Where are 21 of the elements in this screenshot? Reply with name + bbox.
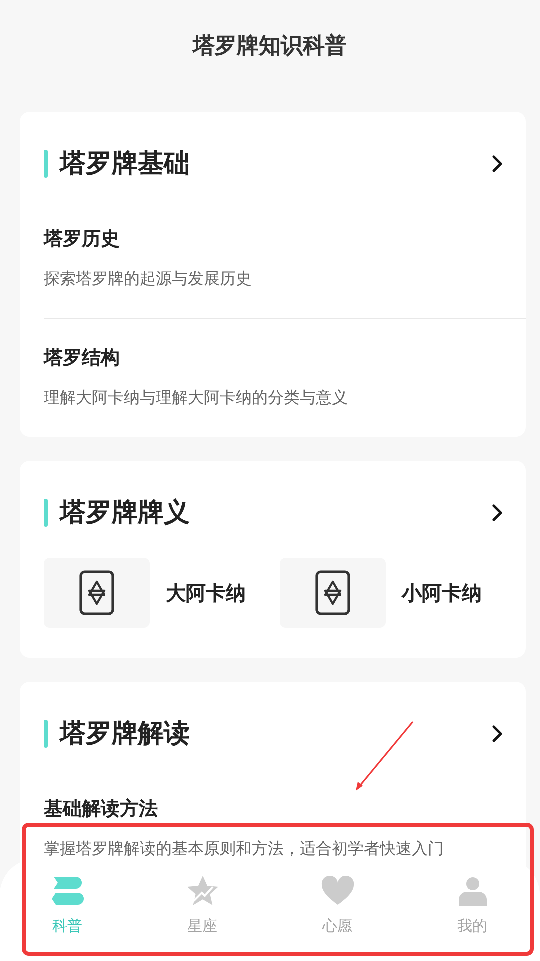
tile-label[interactable]: 大阿卡纳 — [166, 580, 256, 606]
star-icon — [186, 875, 220, 907]
topic-title[interactable]: 基础解读方法 — [44, 796, 526, 822]
topic-description: 理解大阿卡纳与理解大阿卡纳的分类与意义 — [44, 387, 349, 409]
topic-title[interactable]: 塔罗历史 — [44, 226, 526, 252]
card-tile[interactable] — [44, 558, 150, 628]
card-tile[interactable] — [280, 558, 386, 628]
section-title: 塔罗牌解读 — [60, 718, 190, 751]
chevron-right-icon[interactable] — [492, 155, 504, 173]
book-stack-icon — [52, 876, 84, 906]
heart-icon — [320, 876, 354, 906]
topic-description: 掌握塔罗牌解读的基本原则和方法，适合初学者快速入门 — [44, 838, 445, 860]
section-title: 塔罗牌基础 — [60, 148, 190, 181]
topic-description: 探索塔罗牌的起源与发展历史 — [44, 268, 253, 290]
tile-label[interactable]: 小阿卡纳 — [402, 580, 492, 606]
person-icon — [458, 876, 488, 906]
chevron-right-icon[interactable] — [492, 504, 504, 522]
topic-title[interactable]: 塔罗结构 — [44, 345, 526, 371]
page-title: 塔罗牌知识科普 — [193, 32, 347, 61]
section-title: 塔罗牌牌义 — [60, 497, 190, 530]
chevron-right-icon[interactable] — [492, 725, 504, 743]
